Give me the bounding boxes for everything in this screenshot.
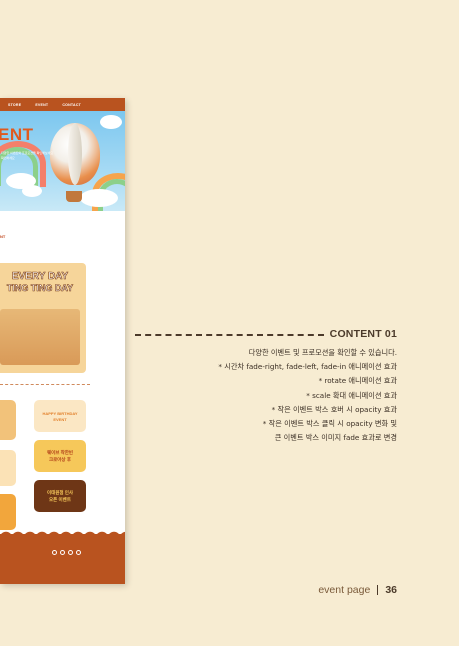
balloon-stripe xyxy=(68,123,82,185)
description-line: * 작은 이벤트 박스 호버 시 opacity 효과 xyxy=(271,404,397,414)
event-card-brown[interactable]: 이태원점 인사 오픈 이벤트 xyxy=(34,480,86,512)
balloon-basket xyxy=(66,191,82,202)
social-icons xyxy=(52,550,81,555)
nav-item-store: STORE xyxy=(8,102,22,107)
event-card-birthday[interactable]: HAPPY BIRTHDAY EVENT xyxy=(34,400,86,432)
website-screenshot: STORE EVENT CONTACT ENT 다양한 이벤트와 프로모션을 확… xyxy=(0,98,125,584)
page-separator xyxy=(377,585,379,595)
card-yellow-line-2: 크로아상 후 xyxy=(49,457,71,462)
card-brown-line-1: 이태원점 인사 xyxy=(46,490,74,495)
site-nav-bar: STORE EVENT CONTACT xyxy=(0,98,125,111)
page-footer: event page 36 xyxy=(318,584,397,596)
nav-item-contact: CONTACT xyxy=(62,102,82,107)
cloud-4 xyxy=(22,185,42,197)
nav-item-event: EVENT xyxy=(35,102,49,107)
hero-subtitle-line-2: 확인하세요 xyxy=(1,156,15,160)
site-footer xyxy=(0,534,125,584)
card-birthday-line-2: EVENT xyxy=(53,417,67,422)
kakao-icon[interactable] xyxy=(76,550,81,555)
description-line: 큰 이벤트 박스 이미지 fade 효과로 변경 xyxy=(274,433,397,443)
card-yellow-line-1: 웨이브 착한빈 xyxy=(46,450,74,455)
youtube-icon[interactable] xyxy=(60,550,65,555)
page-number: 36 xyxy=(385,584,397,596)
instagram-icon[interactable] xyxy=(52,550,57,555)
description-line: * 작은 이벤트 박스 클릭 시 opacity 변화 및 xyxy=(262,419,397,429)
promo-line-1: EVERY DAY xyxy=(11,271,69,283)
promo-banner: EVERY DAY TING TING DAY xyxy=(0,263,86,373)
event-card-yellow[interactable]: 웨이브 착한빈 크로아상 후 xyxy=(34,440,86,472)
description-line: * scale 확대 애니메이션 효과 xyxy=(306,390,397,400)
section-label: NT xyxy=(0,234,6,239)
content-header: CONTENT 01 xyxy=(135,328,397,340)
content-title: CONTENT 01 xyxy=(329,328,397,340)
hero-banner: ENT 다양한 이벤트와 프로모션을 확인해보세요 확인하세요 xyxy=(0,111,125,211)
facebook-icon[interactable] xyxy=(68,550,73,555)
hero-title: ENT xyxy=(0,125,34,144)
description-line: 다양한 이벤트 및 프로모션을 확인할 수 있습니다. xyxy=(248,348,397,357)
section-divider xyxy=(0,384,90,385)
event-card-left-2[interactable] xyxy=(0,450,16,486)
promo-goods-image xyxy=(0,309,80,365)
card-brown-line-2: 오픈 이벤트 xyxy=(49,497,71,502)
event-card-left-1[interactable] xyxy=(0,400,16,440)
page-label: event page xyxy=(318,584,371,596)
cloud-1 xyxy=(100,115,122,129)
content-description: 다양한 이벤트 및 프로모션을 확인할 수 있습니다. * 시간차 fade-r… xyxy=(135,346,397,445)
event-card-left-3[interactable] xyxy=(0,494,16,530)
cloud-3 xyxy=(80,189,118,207)
promo-line-2: TING TING DAY xyxy=(6,283,74,294)
hero-subtitle: 다양한 이벤트와 프로모션을 확인해보세요 확인하세요 xyxy=(1,151,53,161)
description-line: * 시간차 fade-right, fade-left, fade-in 애니메… xyxy=(218,362,397,372)
dashed-rule xyxy=(135,333,324,336)
card-birthday-line-1: HAPPY BIRTHDAY xyxy=(42,411,78,416)
description-line: * rotate 애니메이션 효과 xyxy=(318,376,397,386)
